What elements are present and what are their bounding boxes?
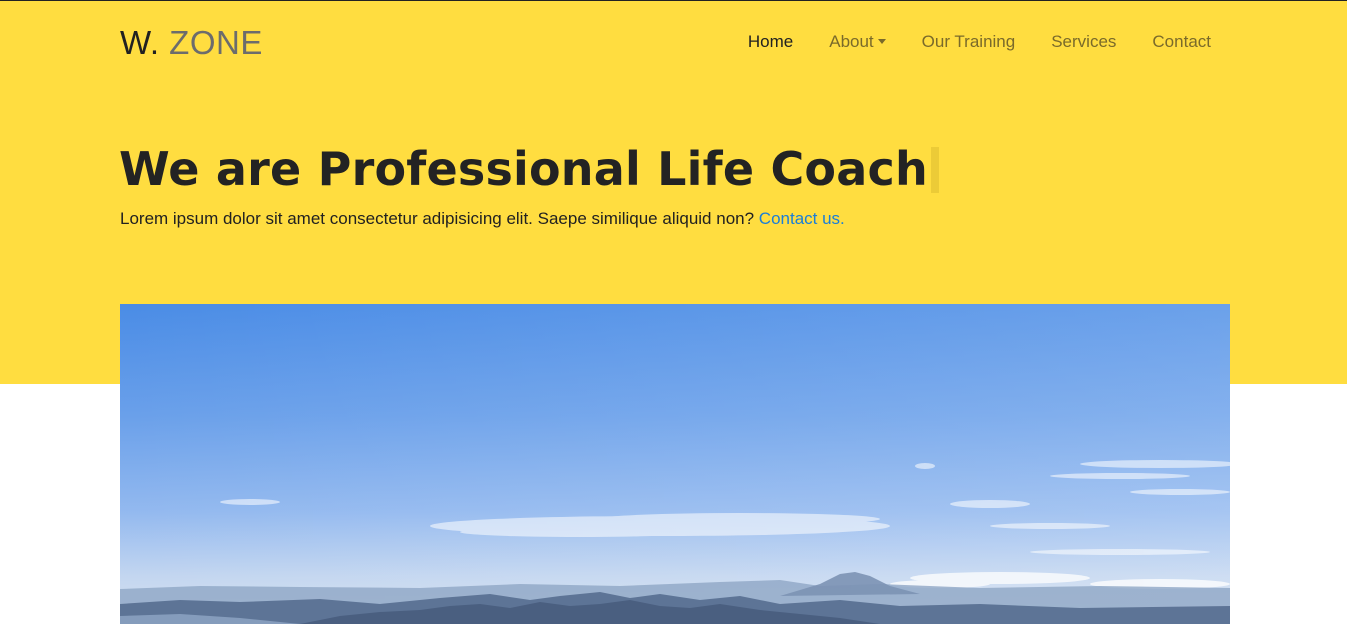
nav-item-services[interactable]: Services [1033,31,1134,53]
page: W. ZONE Home About Our Training Services… [0,0,1347,624]
hero-landscape-image [120,304,1230,624]
navbar: W. ZONE Home About Our Training Services… [0,1,1347,81]
hero-subtitle-text: Lorem ipsum dolor sit amet consectetur a… [120,209,755,228]
nav-links: Home About Our Training Services Contact [730,31,1229,53]
nav-item-about-label: About [829,32,874,51]
caret-down-icon [877,38,886,44]
nav-item-our-training[interactable]: Our Training [904,31,1034,53]
nav-item-contact[interactable]: Contact [1134,31,1229,53]
nav-item-home[interactable]: Home [730,31,811,53]
brand-accent: ZONE [169,24,263,61]
hero-subtitle: Lorem ipsum dolor sit amet consectetur a… [120,207,845,231]
hero-title: We are Professional Life Coach [119,140,939,198]
typing-cursor [930,147,939,193]
hero-title-text: We are Professional Life Coach [119,142,928,196]
nav-item-about[interactable]: About [811,31,903,53]
brand-logo[interactable]: W. ZONE [120,23,263,63]
brand-first: W. [120,24,160,61]
landscape-illustration [120,304,1230,624]
contact-us-link[interactable]: Contact us. [759,209,845,228]
